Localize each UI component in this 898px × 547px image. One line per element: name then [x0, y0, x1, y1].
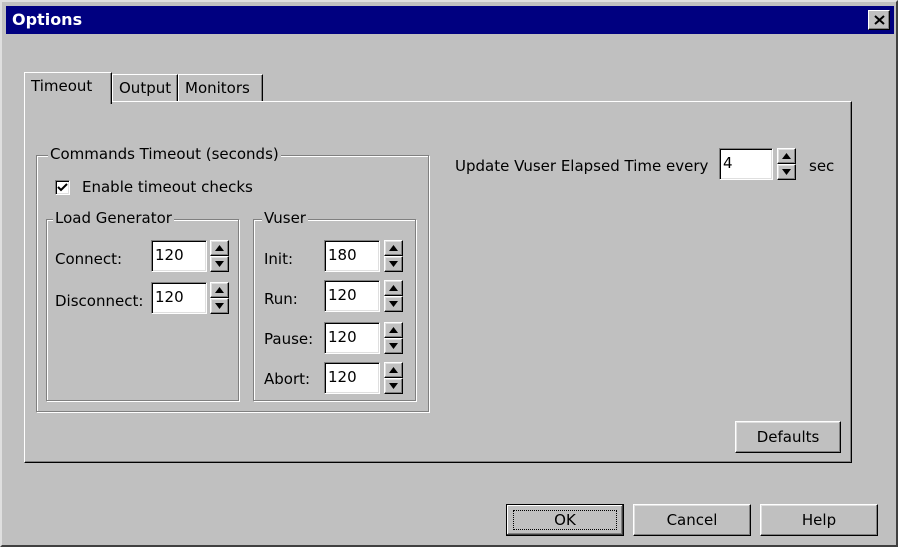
- pause-input[interactable]: 120: [324, 322, 380, 354]
- load-generator-group: Load Generator Connect: 120 Disconnect: …: [46, 209, 239, 401]
- run-input[interactable]: 120: [324, 280, 380, 312]
- elapsed-spin-up[interactable]: [777, 148, 796, 164]
- title-bar[interactable]: Options: [6, 6, 894, 34]
- spin-down-icon: [389, 383, 398, 389]
- pause-label: Pause:: [264, 330, 314, 348]
- disconnect-spinner[interactable]: [210, 282, 229, 314]
- abort-spinner[interactable]: [384, 362, 403, 394]
- ok-button-label: OK: [554, 511, 576, 529]
- window-title: Options: [12, 10, 83, 29]
- disconnect-value: 120: [155, 288, 184, 306]
- commands-timeout-group-title: Commands Timeout (seconds): [48, 145, 281, 163]
- help-button-label: Help: [801, 511, 837, 529]
- elapsed-spin-down[interactable]: [777, 164, 796, 180]
- spin-up-icon: [389, 327, 398, 333]
- spin-up-icon: [389, 285, 398, 291]
- connect-input[interactable]: 120: [151, 240, 207, 272]
- vuser-group: Vuser Init: 180 Run: 120 Pause: 120 Abor…: [253, 209, 416, 401]
- cancel-button-label: Cancel: [666, 511, 718, 529]
- run-spinner[interactable]: [384, 280, 403, 312]
- spin-down-icon: [389, 261, 398, 267]
- commands-timeout-group: Commands Timeout (seconds) Enable timeou…: [36, 145, 429, 412]
- spin-down-icon: [389, 343, 398, 349]
- spin-down-icon: [215, 303, 224, 309]
- abort-label: Abort:: [264, 370, 311, 388]
- elapsed-time-spinner[interactable]: [777, 148, 796, 180]
- abort-input[interactable]: 120: [324, 362, 380, 394]
- init-value: 180: [328, 246, 357, 264]
- enable-timeout-checkbox[interactable]: [55, 180, 70, 195]
- pause-spin-down[interactable]: [384, 338, 403, 354]
- options-dialog: Options Timeout Output Monitors Commands…: [0, 0, 898, 547]
- init-spin-down[interactable]: [384, 256, 403, 272]
- cancel-button[interactable]: Cancel: [633, 504, 751, 536]
- pause-value: 120: [328, 328, 357, 346]
- spin-down-icon: [389, 301, 398, 307]
- pause-spin-up[interactable]: [384, 322, 403, 338]
- defaults-button-label: Defaults: [756, 428, 820, 446]
- run-spin-down[interactable]: [384, 296, 403, 312]
- help-button[interactable]: Help: [760, 504, 878, 536]
- checkmark-icon: [57, 183, 68, 192]
- spin-up-icon: [782, 153, 791, 159]
- tab-monitors[interactable]: Monitors: [178, 74, 263, 102]
- enable-timeout-label[interactable]: Enable timeout checks: [82, 178, 253, 196]
- run-label: Run:: [264, 290, 298, 308]
- connect-spin-up[interactable]: [210, 240, 229, 256]
- init-label: Init:: [264, 250, 294, 268]
- elapsed-time-input[interactable]: 4: [719, 148, 773, 180]
- tab-monitors-label: Monitors: [185, 79, 250, 97]
- vuser-group-title: Vuser: [262, 209, 308, 227]
- connect-spin-down[interactable]: [210, 256, 229, 272]
- tab-timeout-label: Timeout: [31, 77, 93, 95]
- tab-panel-timeout: Commands Timeout (seconds) Enable timeou…: [24, 101, 852, 463]
- spin-down-icon: [782, 169, 791, 175]
- elapsed-time-unit: sec: [809, 157, 835, 175]
- spin-up-icon: [389, 367, 398, 373]
- ok-button[interactable]: OK: [506, 504, 624, 536]
- close-icon: [874, 15, 885, 25]
- init-spinner[interactable]: [384, 240, 403, 272]
- run-spin-up[interactable]: [384, 280, 403, 296]
- load-generator-group-title: Load Generator: [53, 209, 174, 227]
- elapsed-time-value: 4: [723, 154, 733, 172]
- abort-spin-down[interactable]: [384, 378, 403, 394]
- tab-timeout[interactable]: Timeout: [24, 72, 112, 104]
- disconnect-input[interactable]: 120: [151, 282, 207, 314]
- init-spin-up[interactable]: [384, 240, 403, 256]
- spin-down-icon: [215, 261, 224, 267]
- disconnect-label: Disconnect:: [55, 292, 144, 310]
- abort-value: 120: [328, 368, 357, 386]
- abort-spin-up[interactable]: [384, 362, 403, 378]
- connect-spinner[interactable]: [210, 240, 229, 272]
- disconnect-spin-up[interactable]: [210, 282, 229, 298]
- defaults-button[interactable]: Defaults: [735, 421, 841, 453]
- run-value: 120: [328, 286, 357, 304]
- pause-spinner[interactable]: [384, 322, 403, 354]
- spin-up-icon: [389, 245, 398, 251]
- disconnect-spin-down[interactable]: [210, 298, 229, 314]
- init-input[interactable]: 180: [324, 240, 380, 272]
- elapsed-time-label: Update Vuser Elapsed Time every: [455, 157, 709, 175]
- connect-label: Connect:: [55, 250, 123, 268]
- spin-up-icon: [215, 245, 224, 251]
- spin-up-icon: [215, 287, 224, 293]
- connect-value: 120: [155, 246, 184, 264]
- close-button[interactable]: [868, 10, 890, 30]
- tab-output-label: Output: [119, 79, 172, 97]
- tab-output[interactable]: Output: [112, 74, 178, 102]
